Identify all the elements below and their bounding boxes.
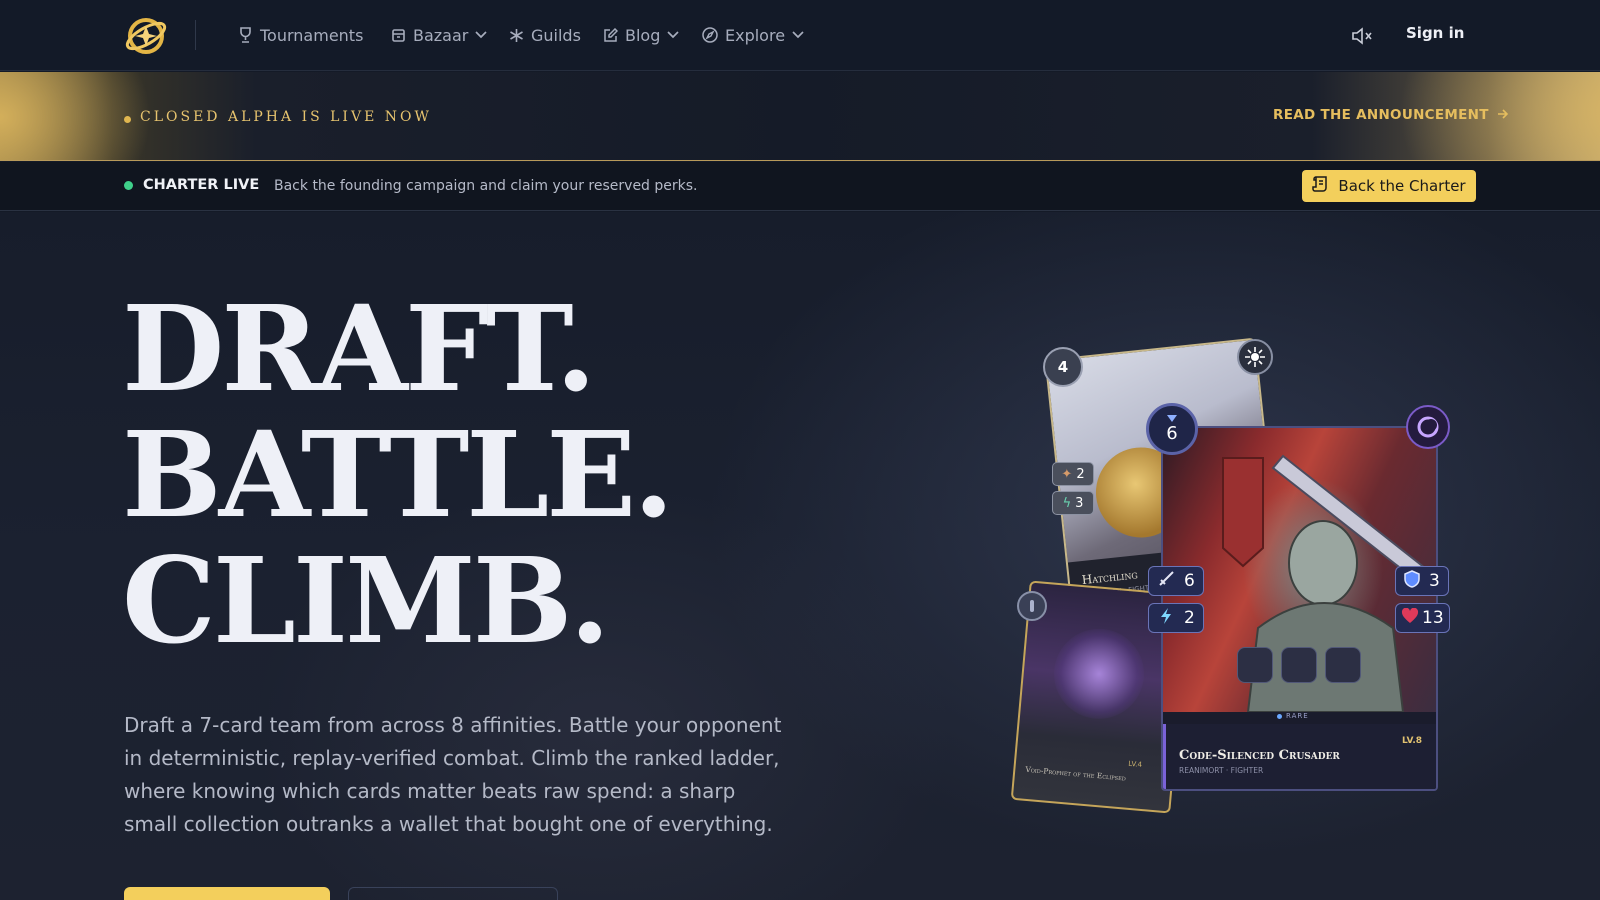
card-crusader-subtitle: REANIMORT · FIGHTER — [1179, 766, 1264, 775]
shield-icon — [1404, 569, 1420, 593]
card-crusader-speed: 2 — [1184, 608, 1195, 628]
compass-icon — [702, 27, 718, 43]
sparkle-icon — [509, 28, 524, 43]
card-crusader-cost-badge: 6 — [1146, 403, 1198, 455]
card-crusader-health-stat: 13 — [1395, 603, 1450, 633]
arrow-right-icon — [1497, 107, 1509, 123]
card-hatchling-name: Hatchling — [1081, 567, 1139, 588]
card-crusader-attack-stat: 6 — [1148, 566, 1204, 596]
card-hatchling-stat-speed: ϟ3 — [1052, 491, 1094, 515]
void-affinity-icon — [1406, 405, 1450, 449]
equipment-slot-1 — [1237, 647, 1273, 683]
sign-in-link[interactable]: Sign in — [1406, 24, 1464, 42]
card-hatchling-attack: 2 — [1076, 466, 1085, 482]
card-crusader-armor-stat: 3 — [1395, 566, 1449, 596]
hero: DRAFT. BATTLE. CLIMB. Draft a 7-card tea… — [0, 212, 1600, 900]
equipment-slot-2 — [1281, 647, 1317, 683]
card-hatchling-speed: 3 — [1075, 495, 1084, 511]
alpha-banner-text: CLOSED ALPHA IS LIVE NOW — [140, 109, 432, 125]
nav-bazaar[interactable]: Bazaar — [391, 22, 487, 48]
headline-line-3: CLIMB. — [122, 531, 611, 670]
card-crusader-rarity-label: RARE — [1286, 712, 1309, 720]
card-crusader-cost: 6 — [1166, 423, 1178, 444]
charter-bar: CHARTER LIVE Back the founding campaign … — [0, 162, 1600, 211]
secondary-cta-button[interactable] — [348, 887, 558, 900]
nav-tournaments-label: Tournaments — [260, 25, 364, 45]
nav-divider — [195, 20, 196, 50]
chevron-down-icon — [667, 31, 679, 39]
nav-guilds-label: Guilds — [531, 25, 581, 45]
headline-line-1: DRAFT. — [122, 279, 596, 418]
live-dot — [124, 181, 133, 190]
read-announcement-link[interactable]: READ THE ANNOUNCEMENT — [1273, 107, 1509, 123]
card-crusader-name: Code-Silenced Crusader — [1179, 748, 1340, 763]
chevron-down-icon — [475, 31, 487, 39]
sword-icon — [1157, 570, 1175, 593]
charter-status: CHARTER LIVE — [143, 177, 260, 193]
chevron-down-icon — [792, 31, 804, 39]
card-crusader-attack: 6 — [1184, 571, 1195, 591]
shop-icon — [391, 28, 406, 43]
primary-cta-button[interactable] — [124, 887, 330, 900]
card-hatchling-cost: 4 — [1057, 358, 1069, 376]
card-void-prophet-cost-badge — [1017, 591, 1047, 621]
nav-explore-label: Explore — [725, 25, 786, 45]
card-hatchling-cost-badge: 4 — [1043, 347, 1083, 387]
sun-affinity-icon — [1237, 339, 1273, 375]
card-hatchling-stat-attack: ✦ 2 — [1052, 462, 1094, 486]
card-crusader-armor: 3 — [1429, 571, 1440, 591]
heart-icon — [1401, 607, 1419, 629]
card-crusader-rarity: RARE — [1277, 712, 1309, 720]
hero-description: Draft a 7-card team from across 8 affini… — [124, 713, 782, 836]
nav-bazaar-label: Bazaar — [413, 25, 469, 45]
brand-logo[interactable] — [124, 14, 168, 58]
alpha-banner: CLOSED ALPHA IS LIVE NOW READ THE ANNOUN… — [0, 72, 1600, 161]
nav-explore[interactable]: Explore — [702, 22, 804, 48]
card-crusader-level: LV.8 — [1402, 736, 1422, 746]
card-crusader-health: 13 — [1422, 608, 1444, 628]
equipment-slot-3 — [1325, 647, 1361, 683]
card-crusader-banner: LV.8 Code-Silenced Crusader REANIMORT · … — [1163, 724, 1436, 789]
status-dot — [124, 116, 131, 123]
top-nav: Tournaments Bazaar Guilds Blog Explore S… — [0, 0, 1600, 71]
card-void-prophet-name: Void-Prophet of the Eclipsed — [1025, 764, 1127, 783]
back-the-charter-label: Back the Charter — [1338, 177, 1466, 195]
charter-message: Back the founding campaign and claim you… — [274, 178, 698, 194]
headline-line-2: BATTLE. — [122, 405, 674, 544]
nav-blog[interactable]: Blog — [603, 22, 679, 48]
back-the-charter-button[interactable]: Back the Charter — [1302, 170, 1476, 202]
read-announcement-label: READ THE ANNOUNCEMENT — [1273, 107, 1489, 123]
scroll-icon — [1312, 176, 1329, 196]
nav-tournaments[interactable]: Tournaments — [238, 22, 363, 48]
speaker-muted-icon[interactable] — [1350, 25, 1374, 47]
lightning-icon — [1157, 607, 1175, 630]
edit-icon — [603, 27, 618, 43]
nav-blog-label: Blog — [625, 25, 661, 45]
card-void-prophet-level: LV.4 — [1127, 759, 1143, 769]
trophy-icon — [238, 27, 253, 43]
card-void-prophet-art — [1050, 625, 1148, 723]
nav-guilds[interactable]: Guilds — [509, 22, 581, 48]
card-crusader-speed-stat: 2 — [1148, 603, 1204, 633]
